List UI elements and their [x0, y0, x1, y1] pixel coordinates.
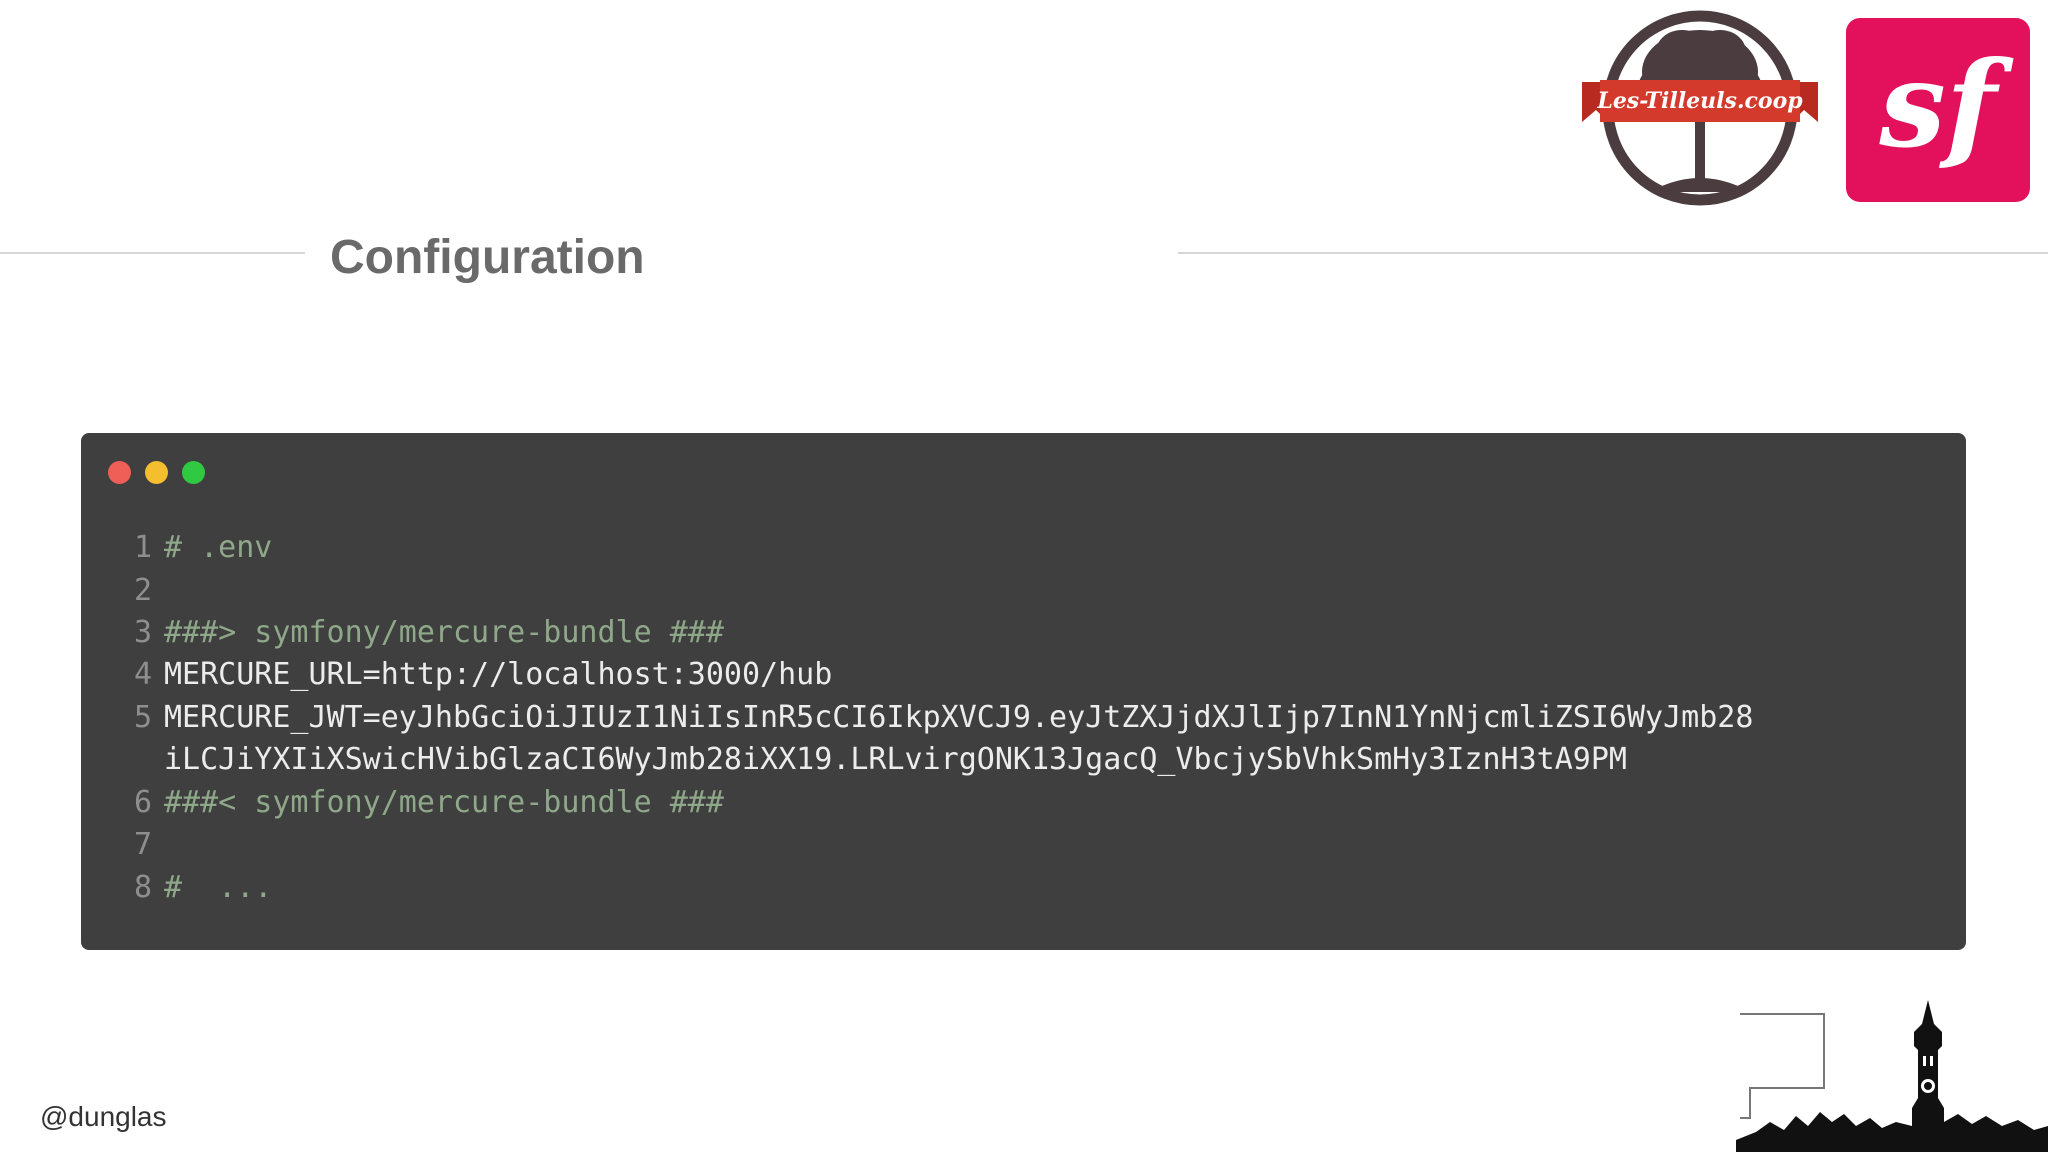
window-maximize-button[interactable]: [182, 461, 205, 484]
code-line: MERCURE_JWT=eyJhbGciOiJIUzI1NiIsInR5cCI6…: [164, 700, 1754, 735]
code-line: # ...: [164, 870, 273, 905]
code-line: MERCURE_URL=http://localhost:3000/hub: [164, 657, 833, 692]
line-number: 4: [133, 657, 152, 692]
line-number: 8: [133, 870, 152, 905]
code-line: # .env: [164, 530, 273, 565]
window-minimize-button[interactable]: [145, 461, 168, 484]
svg-text:sf: sf: [1878, 35, 2013, 174]
line-number: 7: [133, 827, 152, 862]
symfony-logo: sf: [1846, 18, 2030, 202]
window-close-button[interactable]: [108, 461, 131, 484]
code-line: ###> symfony/mercure-bundle ###: [164, 615, 724, 650]
line-number: 2: [133, 573, 152, 608]
slide-title: Configuration: [330, 231, 645, 284]
tilleuls-logo-text: Les-Tilleuls.coop: [1596, 88, 1803, 114]
code-line: iLCJiYXIiXSwicHVibGlzaCI6WyJmb28iXX19.LR…: [164, 742, 1627, 777]
title-rule-left: [0, 252, 305, 254]
line-number: 3: [133, 615, 152, 650]
line-number: 5: [133, 700, 152, 735]
author-handle: @dunglas: [40, 1101, 167, 1132]
line-number: 6: [133, 785, 152, 820]
title-rule-right: [1178, 252, 2048, 254]
line-number: 1: [133, 530, 152, 565]
city-skyline-illustration: [1736, 990, 2048, 1152]
symfony-sf-icon: sf: [1878, 35, 2013, 174]
les-tilleuls-logo: Les-Tilleuls.coop: [1578, 10, 1822, 210]
code-line: ###< symfony/mercure-bundle ###: [164, 785, 724, 820]
